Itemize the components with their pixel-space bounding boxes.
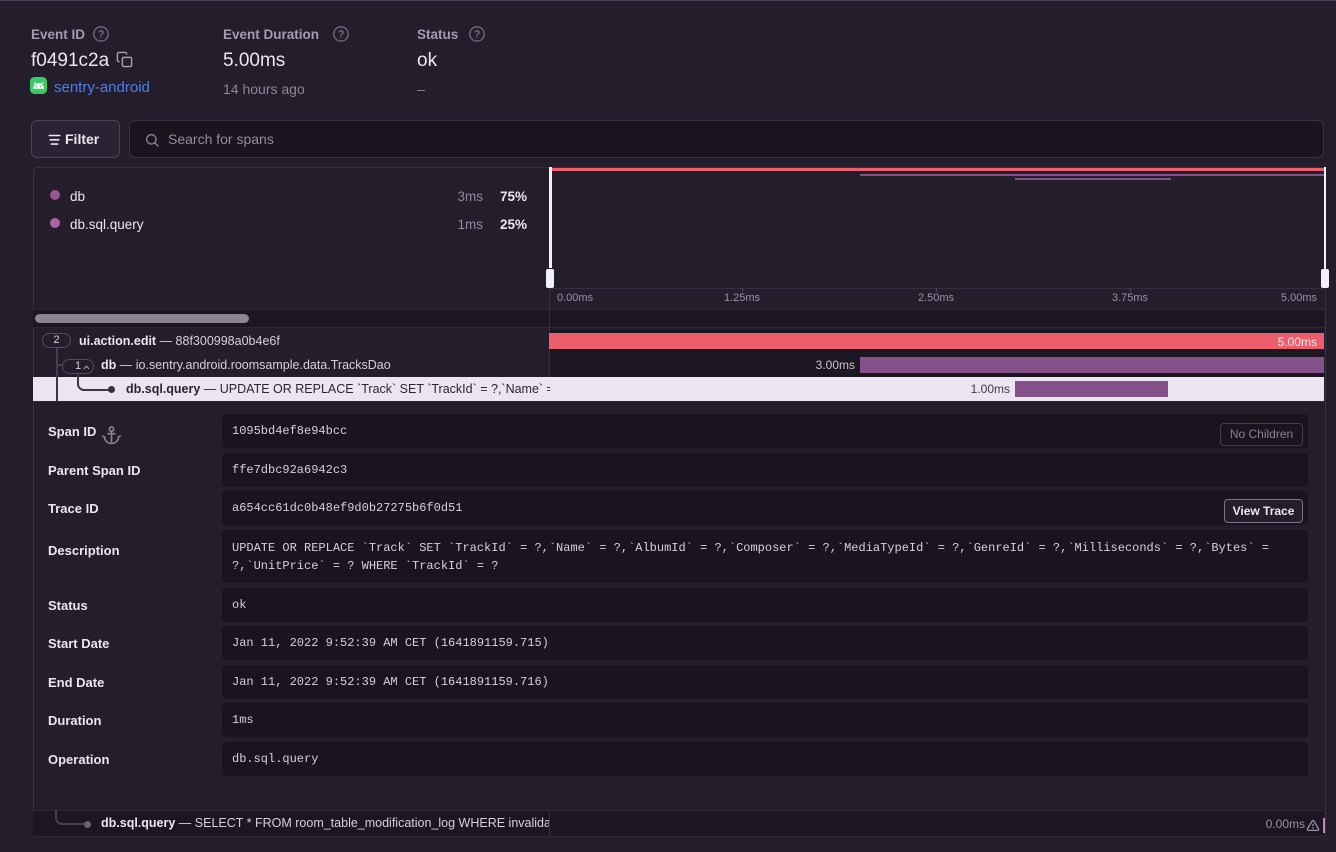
svg-text:?: ? <box>98 29 104 41</box>
svg-text:?: ? <box>338 29 344 41</box>
svg-text:?: ? <box>474 29 480 41</box>
